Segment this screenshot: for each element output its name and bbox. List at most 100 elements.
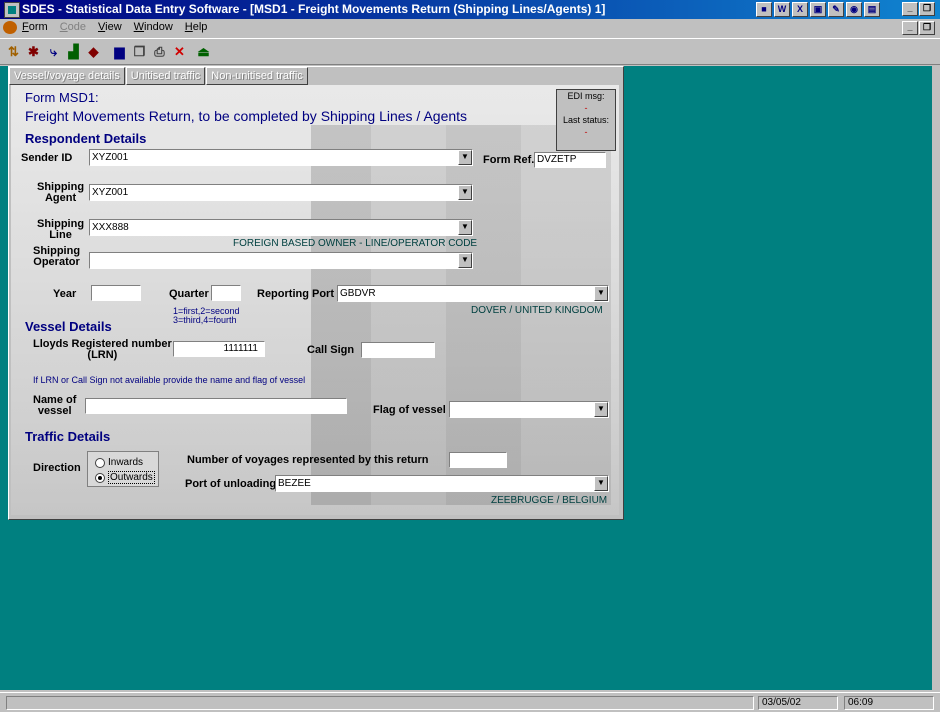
edi-msg-label: EDI msg:	[567, 91, 605, 101]
status-time: 06:09	[844, 696, 934, 710]
chevron-down-icon[interactable]: ▼	[458, 253, 472, 268]
tray-icon-7[interactable]: ▤	[864, 2, 880, 17]
document-window-controls: _ ❐	[902, 21, 935, 35]
tab-unitised[interactable]: Unitised traffic	[125, 67, 206, 85]
unloading-combo[interactable]: BEZEE ▼	[275, 475, 609, 492]
copy-icon[interactable]: ❐	[130, 42, 149, 61]
toolbar: ⇅ ✱ ⤷ ▟ ◆ ▆ ❐ ⎙ ✕ ⏏	[0, 38, 940, 65]
doc-minimize-icon[interactable]: _	[902, 21, 918, 35]
form-panel: Form MSD1: Freight Movements Return, to …	[11, 85, 619, 515]
chevron-down-icon[interactable]: ▼	[458, 220, 472, 235]
menu-window[interactable]: Window	[134, 21, 173, 33]
menu-view[interactable]: View	[98, 21, 122, 33]
shipping-line-desc: FOREIGN BASED OWNER - LINE/OPERATOR CODE	[233, 238, 478, 249]
doc-restore-icon[interactable]: ❐	[919, 21, 935, 35]
edi-status-box: EDI msg: - Last status: -	[556, 89, 616, 151]
call-sign-field[interactable]	[361, 342, 435, 358]
flag-label: Flag of vessel	[373, 404, 446, 416]
radio-outwards-dot[interactable]	[95, 472, 105, 483]
shipping-line-value: XXX888	[92, 222, 129, 233]
tool-record-icon[interactable]: ◆	[84, 42, 103, 61]
tool-chart-icon[interactable]: ▟	[64, 42, 83, 61]
status-date: 03/05/02	[758, 696, 838, 710]
menu-bar: Form Code View Window Help _ ❐	[0, 19, 940, 37]
tool-arrow-icon[interactable]: ⤷	[44, 42, 63, 61]
tool-gear-icon[interactable]: ✱	[24, 42, 43, 61]
flag-combo[interactable]: ▼	[449, 401, 609, 418]
reporting-port-combo[interactable]: GBDVR ▼	[337, 285, 609, 302]
app-icon[interactable]	[4, 2, 20, 18]
shipping-line-combo[interactable]: XXX888 ▼	[89, 219, 473, 236]
word-icon[interactable]: W	[774, 2, 790, 17]
shipping-line-label: Shipping Line	[37, 219, 84, 241]
radio-inwards-dot[interactable]	[95, 457, 105, 468]
tab-strip: Vessel/voyage details Unitised traffic N…	[9, 67, 309, 85]
shipping-agent-value: XYZ001	[92, 187, 129, 198]
direction-label: Direction	[33, 462, 81, 474]
tray-icon-4[interactable]: ▣	[810, 2, 826, 17]
year-field[interactable]	[91, 285, 141, 301]
shipping-agent-label-line2: Agent	[44, 192, 77, 204]
vertical-scrollbar[interactable]	[932, 66, 940, 690]
menu-help[interactable]: Help	[185, 21, 208, 33]
radio-inwards[interactable]: Inwards	[95, 457, 143, 468]
respondent-heading: Respondent Details	[25, 131, 147, 146]
unloading-desc: ZEEBRUGGE / BELGIUM	[491, 495, 608, 506]
vessel-name-label-line2: vessel	[37, 405, 72, 417]
form-ref-field[interactable]: DVZETP	[534, 152, 606, 168]
radio-inwards-label: Inwards	[108, 457, 144, 468]
quarter-field[interactable]	[211, 285, 241, 301]
excel-icon[interactable]: X	[792, 2, 808, 17]
vessel-name-label: Name of vessel	[33, 395, 76, 417]
vessel-hint: If LRN or Call Sign not available provid…	[33, 375, 306, 385]
delete-icon[interactable]: ✕	[170, 42, 189, 61]
form-window: Vessel/voyage details Unitised traffic N…	[8, 66, 624, 520]
menu-form[interactable]: Form	[22, 21, 48, 33]
form-subtitle: Freight Movements Return, to be complete…	[25, 108, 468, 124]
last-status-label: Last status:	[562, 115, 610, 125]
tab-non-unitised[interactable]: Non-unitised traffic	[206, 67, 308, 85]
voyages-field[interactable]	[449, 452, 507, 468]
lrn-field[interactable]: 1111111	[173, 341, 265, 357]
print-icon[interactable]: ⎙	[150, 42, 169, 61]
tray-icon-6[interactable]: ◉	[846, 2, 862, 17]
shipping-line-label-line2: Line	[49, 229, 72, 241]
tab-vessel-voyage[interactable]: Vessel/voyage details	[9, 67, 125, 85]
chevron-down-icon[interactable]: ▼	[594, 476, 608, 491]
tray-icon-5[interactable]: ✎	[828, 2, 844, 17]
shipping-operator-label: Shipping Operator	[33, 246, 80, 268]
quarter-hint: 1=first,2=second 3=third,4=fourth	[173, 307, 240, 325]
lrn-label: Lloyds Registered number (LRN)	[33, 339, 172, 361]
save-icon[interactable]: ▆	[110, 42, 129, 61]
last-status-value: -	[584, 127, 588, 137]
voyages-label: Number of voyages represented by this re…	[187, 454, 429, 466]
minimize-icon[interactable]: _	[902, 2, 918, 16]
menu-code: Code	[59, 21, 86, 33]
status-message-pane	[6, 696, 754, 710]
chevron-down-icon[interactable]: ▼	[594, 286, 608, 301]
document-icon[interactable]	[3, 21, 17, 34]
shipping-agent-combo[interactable]: XYZ001 ▼	[89, 184, 473, 201]
vessel-heading: Vessel Details	[25, 319, 112, 334]
form-ref-label: Form Ref.	[483, 154, 535, 166]
exit-icon[interactable]: ⏏	[194, 42, 213, 61]
chevron-down-icon[interactable]: ▼	[594, 402, 608, 417]
tray-icon-1[interactable]: ■	[756, 2, 772, 17]
radio-outwards[interactable]: Outwards	[95, 471, 155, 484]
reporting-port-label: Reporting Port	[257, 288, 334, 300]
sender-id-value: XYZ001	[92, 152, 129, 163]
tool-select-icon[interactable]: ⇅	[4, 42, 23, 61]
quarter-hint-line2: 3=third,4=fourth	[173, 315, 237, 325]
sender-id-combo[interactable]: XYZ001 ▼	[89, 149, 473, 166]
shipping-operator-combo[interactable]: ▼	[89, 252, 473, 269]
restore-icon[interactable]: ❐	[919, 2, 935, 16]
shipping-operator-label-line2: Operator	[33, 256, 80, 268]
vessel-name-field[interactable]	[85, 398, 347, 414]
title-tray-icons: ■ W X ▣ ✎ ◉ ▤	[756, 2, 880, 17]
mdi-background	[622, 66, 940, 690]
reporting-port-value: GBDVR	[340, 288, 376, 299]
chevron-down-icon[interactable]: ▼	[458, 185, 472, 200]
year-label: Year	[53, 288, 77, 300]
status-bar: 03/05/02 06:09	[0, 692, 940, 712]
chevron-down-icon[interactable]: ▼	[458, 150, 472, 165]
